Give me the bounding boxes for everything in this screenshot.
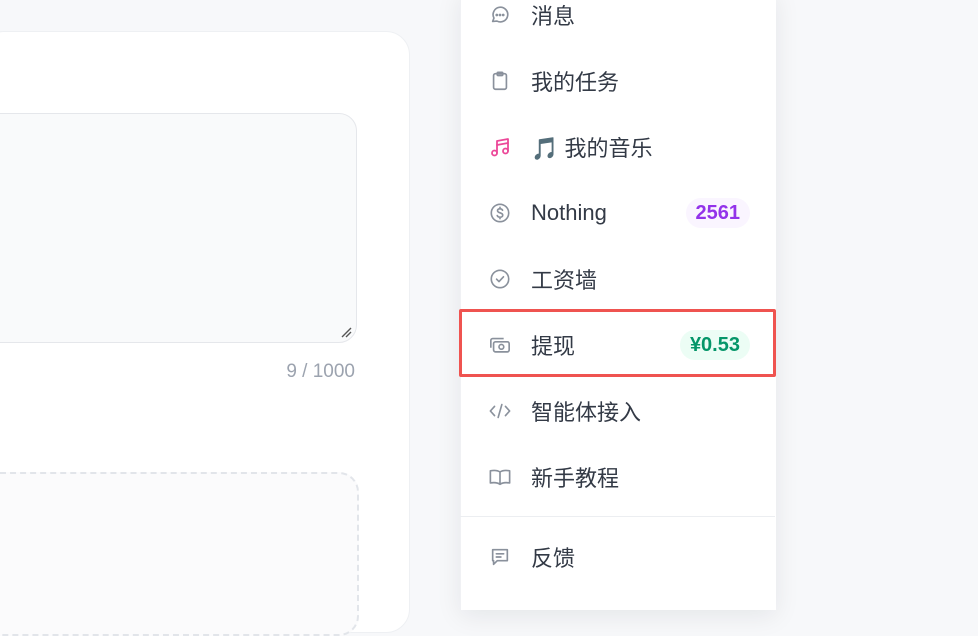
menu-item-salary-wall[interactable]: 工资墙	[461, 251, 776, 307]
message-circle-icon	[487, 2, 513, 28]
menu-item-label: Nothing	[531, 200, 607, 225]
clipboard-icon	[487, 68, 513, 94]
resize-handle-icon[interactable]	[340, 326, 352, 338]
feedback-message-icon	[487, 544, 513, 570]
book-icon	[487, 464, 513, 490]
menu-item-label: 我的任务	[531, 70, 620, 95]
menu-item-label: 🎵 我的音乐	[531, 136, 653, 161]
music-notes-icon	[487, 134, 513, 160]
menu-item-messages[interactable]: 消息	[461, 0, 776, 43]
upload-dropzone[interactable]	[0, 472, 359, 636]
menu-item-my-music[interactable]: 🎵 我的音乐	[461, 119, 776, 175]
menu-divider	[460, 516, 775, 517]
char-counter: 9 / 1000	[286, 361, 355, 382]
content-textarea[interactable]	[0, 113, 357, 343]
code-icon	[487, 398, 513, 424]
menu-item-label: 新手教程	[531, 466, 620, 491]
menu-item-feedback[interactable]: 反馈	[461, 529, 776, 585]
menu-item-label: 工资墙	[531, 268, 598, 293]
menu-item-label: 智能体接入	[531, 400, 642, 425]
dollar-circle-icon	[487, 200, 513, 226]
user-dropdown-menu: 消息 我的任务 🎵 我的音乐 Nothing 2561 工资墙 提现 ¥0.53…	[460, 0, 776, 610]
menu-item-label: 反馈	[531, 546, 576, 571]
points-badge: 2561	[685, 198, 750, 228]
menu-item-my-tasks[interactable]: 我的任务	[461, 53, 776, 109]
check-circle-icon	[487, 266, 513, 292]
highlight-box	[459, 309, 776, 377]
menu-item-tutorial[interactable]: 新手教程	[461, 449, 776, 505]
menu-item-nothing[interactable]: Nothing 2561	[461, 185, 776, 241]
menu-item-label: 消息	[531, 4, 576, 29]
menu-item-agent-access[interactable]: 智能体接入	[461, 383, 776, 439]
